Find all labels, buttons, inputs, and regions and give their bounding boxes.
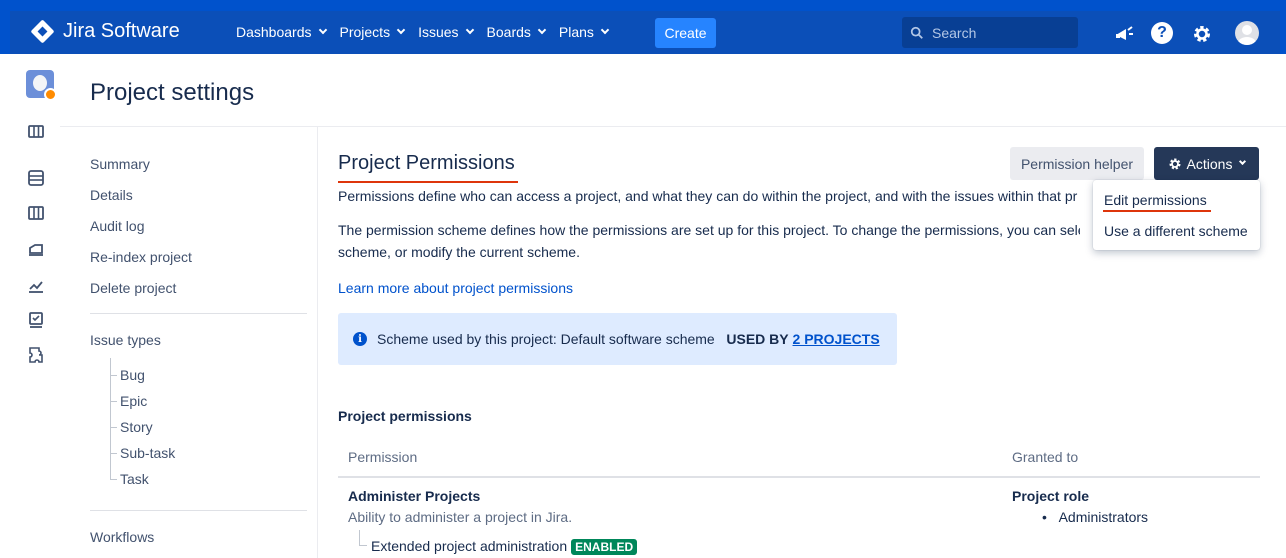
sidebar-item-workflows[interactable]: Workflows: [90, 529, 154, 545]
sidebar-issue-type-sub-task[interactable]: Sub-task: [120, 445, 175, 461]
nav-boards[interactable]: Boards: [486, 24, 547, 40]
search-icon: [910, 26, 923, 39]
create-button[interactable]: Create: [655, 18, 716, 48]
project-permissions-subheading: Project permissions: [338, 408, 472, 424]
actions-label: Actions: [1186, 155, 1233, 172]
table-header-divider: [338, 476, 1260, 478]
tree-tick: [110, 401, 117, 402]
chevron-down-icon: [600, 25, 610, 35]
sidebar-issue-type-bug[interactable]: Bug: [120, 367, 145, 383]
chevron-down-icon: [465, 25, 474, 35]
project-avatar-face: [33, 75, 47, 91]
chevron-down-icon: [1239, 157, 1247, 166]
top-navigation-bar: [10, 11, 1280, 54]
info-icon: i: [353, 332, 367, 346]
actions-dropdown-menu: Edit permissions Use a different scheme: [1093, 180, 1260, 250]
issue-types-tree-line: [110, 358, 111, 480]
sidebar-item-details[interactable]: Details: [90, 187, 133, 203]
page-title: Project settings: [90, 79, 255, 106]
extended-permission-row: Extended project administration ENABLED: [371, 538, 638, 555]
megaphone-icon[interactable]: [1112, 22, 1136, 46]
sidebar-item-re-index-project[interactable]: Re-index project: [90, 249, 192, 265]
scheme-info-banner: i Scheme used by this project: Default s…: [338, 313, 897, 365]
sidebar-item-delete-project[interactable]: Delete project: [90, 280, 176, 296]
product-name: Jira Software: [63, 20, 180, 42]
tree-tick: [110, 427, 117, 428]
header-divider: [60, 126, 1286, 127]
user-avatar[interactable]: [1235, 21, 1259, 45]
add-ons-icon[interactable]: [26, 345, 46, 365]
board-columns-icon[interactable]: [26, 122, 46, 142]
sidebar-item-issue-types[interactable]: Issue types: [90, 332, 161, 348]
section-heading: Project Permissions: [338, 152, 515, 174]
project-avatar[interactable]: [26, 70, 57, 101]
annotation-underline: [338, 181, 518, 183]
status-badge: ENABLED: [571, 539, 638, 555]
used-by-label: USED BY: [726, 331, 789, 347]
permission-description: Ability to administer a project in Jira.: [348, 509, 573, 525]
sidebar-issue-type-epic[interactable]: Epic: [120, 393, 147, 409]
scheme-name-text: Scheme used by this project: Default sof…: [377, 331, 715, 347]
sidebar-issue-type-task[interactable]: Task: [120, 471, 149, 487]
nav-plans-label: Plans: [558, 24, 594, 40]
issues-icon[interactable]: [26, 310, 46, 330]
use-different-scheme-menu-item[interactable]: Use a different scheme: [1104, 223, 1248, 239]
search-input[interactable]: Search: [902, 17, 1078, 48]
help-icon[interactable]: ?: [1151, 22, 1173, 44]
permission-name: Administer Projects: [348, 488, 481, 504]
chevron-down-icon: [318, 25, 327, 35]
nav-dashboards-label: Dashboards: [236, 24, 312, 40]
permission-helper-button[interactable]: Permission helper: [1010, 147, 1144, 180]
nav-projects[interactable]: Projects: [339, 24, 406, 40]
nav-menu: Dashboards Projects Issues Boards Plans: [236, 24, 610, 40]
granted-role-value: Administrators: [1058, 509, 1149, 525]
annotation-underline: [1103, 210, 1211, 212]
sidebar-item-summary[interactable]: Summary: [90, 156, 150, 172]
tree-tick: [110, 375, 117, 376]
jira-logo[interactable]: Jira Software: [30, 19, 180, 44]
dropdown-mask: [1080, 186, 1094, 248]
granted-type: Project role: [1012, 488, 1090, 504]
granted-role: • Administrators: [1042, 509, 1149, 525]
scheme-description-line1: The permission scheme defines how the pe…: [338, 222, 1086, 238]
learn-more-link[interactable]: Learn more about project permissions: [338, 280, 573, 296]
nav-boards-label: Boards: [486, 24, 531, 40]
backlog-icon[interactable]: [26, 168, 46, 188]
reports-icon[interactable]: [26, 276, 46, 296]
column-header-granted-to: Granted to: [1012, 449, 1079, 465]
sidebar-divider: [90, 313, 307, 314]
column-header-permission: Permission: [348, 449, 418, 465]
jira-diamond-icon: [30, 19, 55, 44]
gear-icon: [1169, 158, 1181, 169]
scheme-description-line2: scheme, or modify the current scheme.: [338, 244, 580, 260]
extended-tree-line: [359, 530, 367, 546]
search-placeholder: Search: [932, 24, 977, 41]
edit-permissions-menu-item[interactable]: Edit permissions: [1104, 192, 1207, 208]
sidebar-issue-type-story[interactable]: Story: [120, 419, 153, 435]
nav-issues[interactable]: Issues: [418, 24, 474, 40]
board-icon[interactable]: [26, 203, 46, 223]
extended-permission-label: Extended project administration: [371, 538, 568, 554]
scheme-used-text: Scheme used by this project: Default sof…: [377, 331, 880, 347]
tree-tick: [110, 479, 117, 480]
chevron-down-icon: [537, 25, 547, 35]
project-type-badge: [44, 88, 57, 101]
nav-plans[interactable]: Plans: [558, 24, 610, 40]
chevron-down-icon: [396, 25, 406, 35]
actions-button[interactable]: Actions: [1154, 147, 1259, 180]
tree-tick: [110, 453, 117, 454]
sidebar-divider: [90, 510, 307, 511]
sidebar-item-audit-log[interactable]: Audit log: [90, 218, 144, 234]
permissions-description: Permissions define who can access a proj…: [338, 188, 1078, 204]
releases-icon[interactable]: [26, 240, 46, 260]
nav-dashboards[interactable]: Dashboards: [236, 24, 327, 40]
sidebar-content-divider: [317, 127, 318, 558]
used-by-projects-link[interactable]: 2 PROJECTS: [793, 331, 880, 347]
nav-projects-label: Projects: [339, 24, 391, 40]
gear-icon[interactable]: [1190, 22, 1214, 46]
nav-issues-label: Issues: [418, 24, 459, 40]
